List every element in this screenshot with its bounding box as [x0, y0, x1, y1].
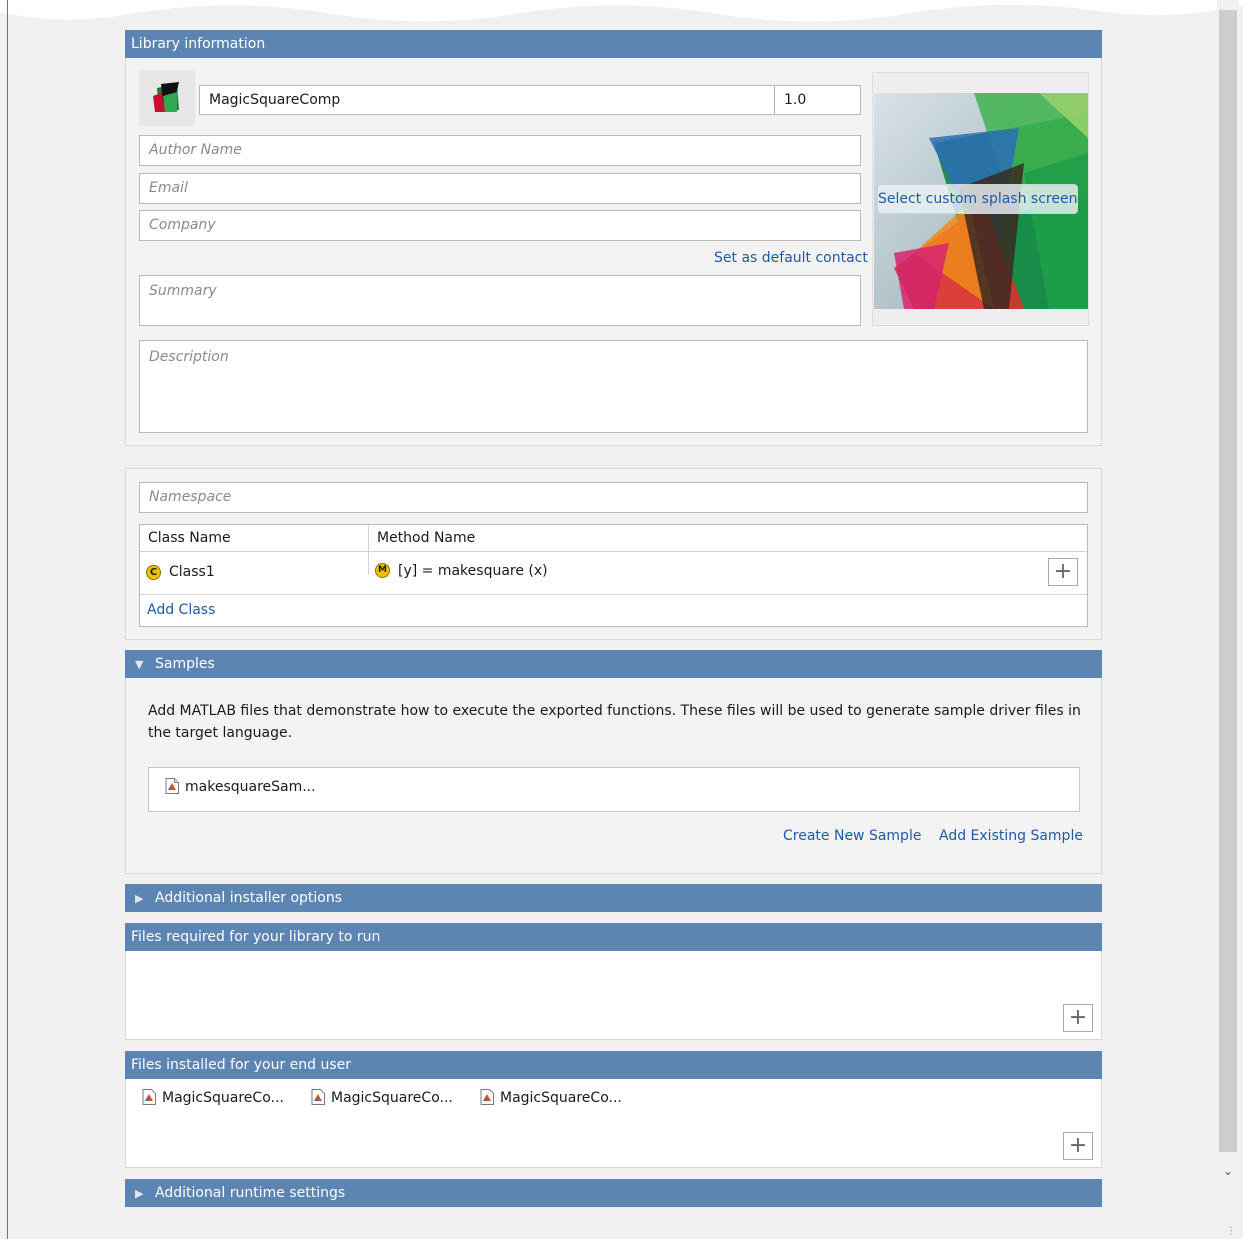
files-installed-title: Files installed for your end user: [131, 1057, 352, 1073]
samples-header[interactable]: ▼ Samples: [125, 650, 1102, 678]
class-name-cell[interactable]: Class1: [169, 564, 215, 580]
app-icon: [153, 82, 179, 112]
class-method-panel: Namespace Class Name Method Name C Class…: [125, 468, 1102, 640]
additional-runtime-settings-title: Additional runtime settings: [155, 1185, 346, 1201]
class-method-table: Class Name Method Name C Class1 M [y] = …: [139, 524, 1088, 627]
email-input[interactable]: Email: [139, 173, 861, 204]
method-name-column-header: Method Name: [377, 530, 476, 546]
sample-file-name: makesquareSam...: [185, 779, 316, 795]
installed-file-icon: [480, 1089, 494, 1105]
column-divider: [368, 525, 369, 551]
list-item[interactable]: MagicSquareCo...: [480, 1089, 622, 1106]
library-info-panel: MagicSquareComp 1.0 Author Name Email Co…: [125, 58, 1102, 446]
set-default-contact-link[interactable]: Set as default contact: [714, 250, 868, 266]
additional-installer-options-title: Additional installer options: [155, 890, 343, 906]
installed-file-icon: [311, 1089, 325, 1105]
samples-panel: Add MATLAB files that demonstrate how to…: [125, 678, 1102, 874]
samples-title: Samples: [155, 656, 215, 672]
files-required-panel: +: [125, 951, 1102, 1040]
installed-file-icon: [142, 1089, 156, 1105]
installed-file-name: MagicSquareCo...: [162, 1090, 284, 1106]
scroll-down-arrow-icon[interactable]: ⌄: [1219, 1160, 1237, 1182]
author-name-input[interactable]: Author Name: [139, 135, 861, 166]
add-existing-sample-link[interactable]: Add Existing Sample: [939, 828, 1083, 844]
samples-description: Add MATLAB files that demonstrate how to…: [148, 703, 1081, 741]
torn-page-edge: [0, 0, 1243, 22]
collapsed-triangle-icon: ▶: [135, 892, 144, 905]
files-installed-panel: MagicSquareCo... MagicSquareCo... MagicS…: [125, 1079, 1102, 1168]
table-row[interactable]: C Class1 M [y] = makesquare (x) +: [140, 552, 1087, 595]
class-name-column-header: Class Name: [148, 530, 231, 546]
version-input[interactable]: 1.0: [774, 85, 861, 115]
library-info-header: Library information: [125, 30, 1102, 58]
add-required-file-plus-button[interactable]: +: [1063, 1004, 1093, 1032]
files-required-title: Files required for your library to run: [131, 929, 381, 945]
add-installed-file-plus-button[interactable]: +: [1063, 1132, 1093, 1160]
add-method-plus-button[interactable]: +: [1048, 558, 1078, 586]
namespace-input[interactable]: Namespace: [139, 482, 1088, 513]
add-class-link[interactable]: Add Class: [147, 602, 215, 618]
files-required-header: Files required for your library to run: [125, 923, 1102, 951]
company-input[interactable]: Company: [139, 210, 861, 241]
matlab-file-icon: [165, 778, 179, 794]
splash-screen-box[interactable]: Select custom splash screen: [872, 72, 1089, 326]
expanded-triangle-icon: ▼: [135, 658, 144, 671]
samples-file-list: makesquareSam...: [148, 767, 1080, 812]
list-item[interactable]: MagicSquareCo...: [142, 1089, 284, 1106]
additional-runtime-settings-header[interactable]: ▶ Additional runtime settings: [125, 1179, 1102, 1207]
scrollbar-thumb[interactable]: [1219, 10, 1237, 1152]
additional-installer-options-header[interactable]: ▶ Additional installer options: [125, 884, 1102, 912]
summary-input[interactable]: Summary: [139, 275, 861, 326]
list-item[interactable]: MagicSquareCo...: [311, 1089, 453, 1106]
description-input[interactable]: Description: [139, 340, 1088, 433]
select-splash-screen-button[interactable]: Select custom splash screen: [877, 184, 1078, 214]
method-icon: M: [375, 563, 390, 578]
list-item[interactable]: makesquareSam...: [165, 778, 316, 795]
library-info-title: Library information: [131, 36, 266, 52]
table-header-row: Class Name Method Name: [140, 525, 1087, 552]
window-left-border: [7, 0, 8, 1239]
files-installed-header: Files installed for your end user: [125, 1051, 1102, 1079]
installed-file-name: MagicSquareCo...: [500, 1090, 622, 1106]
column-divider: [368, 552, 369, 575]
collapsed-triangle-icon: ▶: [135, 1187, 144, 1200]
app-icon-box[interactable]: [139, 70, 195, 126]
resize-grip-icon[interactable]: ⋮: [1226, 1226, 1236, 1237]
class-icon: C: [146, 565, 161, 580]
method-signature-cell[interactable]: [y] = makesquare (x): [398, 563, 548, 579]
library-name-input[interactable]: MagicSquareComp: [199, 85, 775, 115]
create-new-sample-link[interactable]: Create New Sample: [783, 828, 921, 844]
installed-file-name: MagicSquareCo...: [331, 1090, 453, 1106]
